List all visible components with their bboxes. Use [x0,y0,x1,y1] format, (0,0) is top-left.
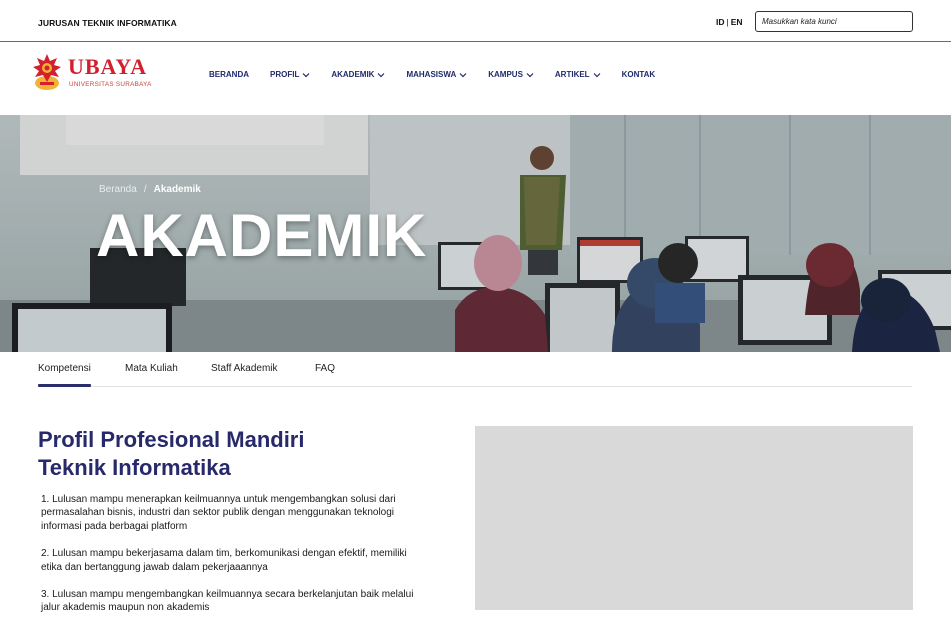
lang-id-link[interactable]: ID [716,17,725,27]
hero-banner: Beranda / Akademik AKADEMIK [0,115,951,352]
logo-subtitle: UNIVERSITAS SURABAYA [69,81,152,88]
nav-item-label: BERANDA [209,70,249,79]
chevron-down-icon [378,72,385,77]
list-item: 2. Lulusan mampu bekerjasama dalam tim, … [41,548,407,573]
tab-kompetensi[interactable]: Kompetensi [38,363,91,387]
nav-item-akademik[interactable]: AKADEMIK [331,70,385,79]
ubaya-emblem-icon [33,54,61,90]
nav-item-kampus[interactable]: KAMPUS [488,70,534,79]
section-heading-line1: Profil Profesional Mandiri [38,427,305,452]
competency-list: 1. Lulusan mampu menerapkan keilmuannya … [41,493,426,621]
chevron-down-icon [459,72,467,77]
chevron-down-icon [302,72,310,77]
nav-item-label: ARTIKEL [554,70,590,79]
department-name: JURUSAN TEKNIK INFORMATIKA [38,18,177,28]
nav-item-mahasiswa[interactable]: MAHASISWA [406,70,467,79]
nav-item-artikel[interactable]: ARTIKEL [555,70,601,79]
breadcrumb-separator: / [143,184,147,195]
search-input[interactable] [755,11,913,32]
top-bar: JURUSAN TEKNIK INFORMATIKA ID | EN [0,0,951,42]
logo-wordmark: UBAYA [68,54,148,79]
chevron-down-icon [526,72,534,77]
lang-separator: | [726,17,729,27]
nav-item-label: PROFIL [270,70,300,79]
image-placeholder [475,426,913,610]
breadcrumb: Beranda / Akademik [99,184,201,195]
breadcrumb-home-link[interactable]: Beranda [99,184,137,195]
lang-en-link[interactable]: EN [731,17,743,27]
section-tabs: Kompetensi Mata Kuliah Staff Akademik FA… [38,352,912,387]
nav-item-label: AKADEMIK [331,70,375,79]
breadcrumb-current: Akademik [153,184,201,195]
main-header: UBAYA UNIVERSITAS SURABAYA BERANDA PROFI… [0,42,951,115]
page-title: AKADEMIK [96,202,428,269]
language-switcher: ID | EN [716,17,743,27]
ubaya-logo[interactable]: UBAYA UNIVERSITAS SURABAYA [31,52,163,94]
section-heading: Profil Profesional Mandiri Teknik Inform… [38,426,438,482]
section-heading-line2: Teknik Informatika [38,455,231,480]
chevron-down-icon [593,72,601,77]
main-nav: BERANDA PROFIL AKADEMIK MAHASISWA KAMPUS… [209,70,676,79]
nav-item-beranda[interactable]: BERANDA [209,70,249,79]
list-item: 3. Lulusan mampu mengembangkan keilmuann… [41,589,414,614]
tab-mata-kuliah[interactable]: Mata Kuliah [125,363,178,374]
tab-faq[interactable]: FAQ [315,363,335,374]
nav-item-label: KONTAK [621,70,656,79]
tab-staff-akademik[interactable]: Staff Akademik [211,363,278,374]
nav-item-label: KAMPUS [488,70,523,79]
nav-item-label: MAHASISWA [406,70,457,79]
nav-item-profil[interactable]: PROFIL [270,70,310,79]
list-item: 1. Lulusan mampu menerapkan keilmuannya … [41,494,396,532]
nav-item-kontak[interactable]: KONTAK [622,70,656,79]
